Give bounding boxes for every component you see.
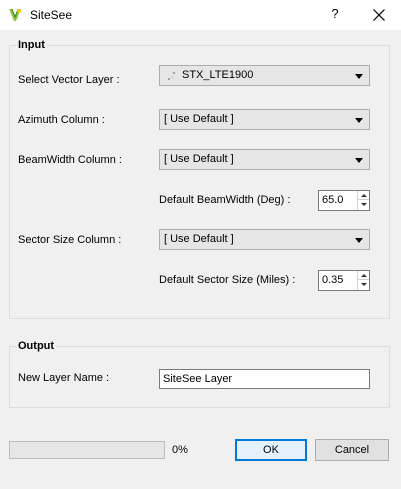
window-title: SiteSee: [30, 8, 73, 22]
default-sector-size-label: Default Sector Size (Miles) :: [159, 274, 296, 286]
chevron-down-icon: [355, 118, 363, 123]
vector-layer-value: STX_LTE1900: [182, 69, 254, 81]
progress-percent: 0%: [172, 444, 188, 456]
beamwidth-label: BeamWidth Column :: [18, 154, 122, 166]
default-beamwidth-value: 65.0: [322, 194, 344, 206]
title-bar: SiteSee ?: [0, 0, 401, 30]
close-icon: [373, 9, 385, 21]
spin-up-icon[interactable]: [358, 271, 369, 280]
default-sector-size-value: 0.35: [322, 274, 344, 286]
beamwidth-select[interactable]: [ Use Default ]: [159, 149, 370, 170]
azimuth-select[interactable]: [ Use Default ]: [159, 109, 370, 130]
sitesee-app-icon: [9, 8, 21, 21]
output-group-title: Output: [16, 340, 57, 352]
vector-layer-label: Select Vector Layer :: [18, 74, 120, 86]
layer-name-label: New Layer Name :: [18, 372, 110, 384]
spin-down-icon[interactable]: [358, 280, 369, 289]
input-group-title: Input: [16, 39, 47, 51]
azimuth-value: [ Use Default ]: [164, 113, 234, 125]
sector-size-select[interactable]: [ Use Default ]: [159, 229, 370, 250]
help-icon: ?: [331, 6, 339, 21]
default-sector-size-spinbox[interactable]: 0.35: [318, 270, 370, 291]
sector-size-value: [ Use Default ]: [164, 233, 234, 245]
spin-down-icon[interactable]: [358, 200, 369, 209]
point-layer-icon: [167, 71, 176, 81]
spin-buttons: [357, 191, 369, 210]
beamwidth-value: [ Use Default ]: [164, 153, 234, 165]
spin-up-icon[interactable]: [358, 191, 369, 200]
progress-bar: [9, 441, 165, 459]
default-beamwidth-label: Default BeamWidth (Deg) :: [159, 194, 291, 206]
chevron-down-icon: [355, 158, 363, 163]
close-button[interactable]: [356, 0, 401, 30]
ok-button[interactable]: OK: [235, 439, 307, 461]
azimuth-label: Azimuth Column :: [18, 114, 105, 126]
chevron-down-icon: [355, 238, 363, 243]
cancel-button[interactable]: Cancel: [315, 439, 389, 461]
help-button[interactable]: ?: [319, 0, 351, 30]
chevron-down-icon: [355, 74, 363, 79]
spin-buttons: [357, 271, 369, 290]
sector-size-label: Sector Size Column :: [18, 234, 122, 246]
default-beamwidth-spinbox[interactable]: 65.0: [318, 190, 370, 211]
layer-name-input[interactable]: [159, 369, 370, 389]
vector-layer-select[interactable]: STX_LTE1900: [159, 65, 370, 86]
